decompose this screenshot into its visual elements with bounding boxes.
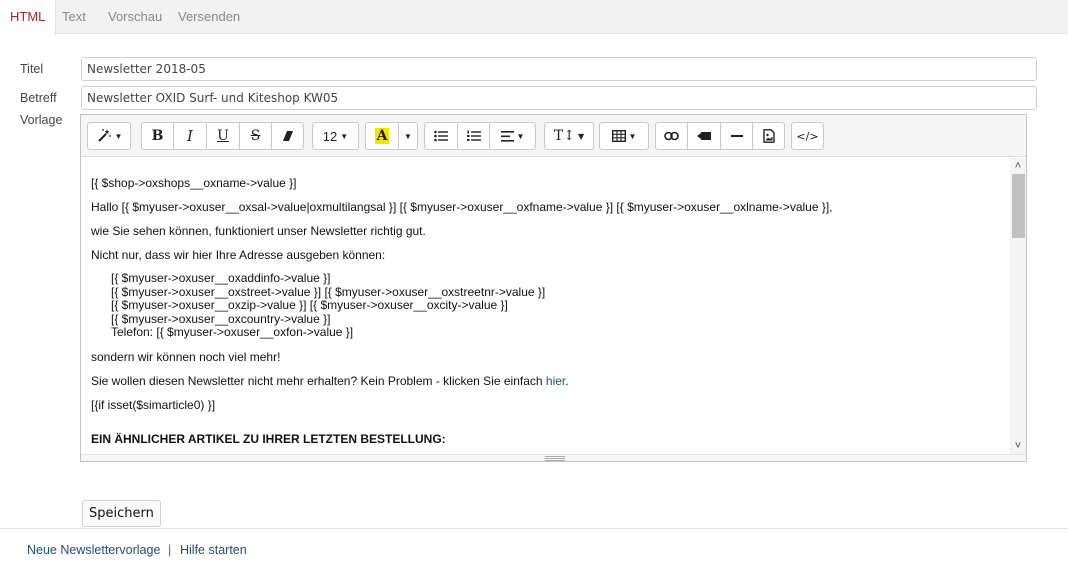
address-line: [{ $myuser->oxuser__oxcountry->value }] xyxy=(111,311,331,326)
chevron-down-icon: ▼ xyxy=(404,131,412,141)
editor-toolbar: ▼ B I U S 12 ▼ A ▼ ▼ T↕ ▼ ▼ </> xyxy=(81,115,1026,157)
tab-html[interactable]: HTML xyxy=(0,0,57,35)
rich-text-editor: ▼ B I U S 12 ▼ A ▼ ▼ T↕ ▼ ▼ </> [{$shop… xyxy=(80,114,1027,462)
insert-image-button[interactable] xyxy=(752,122,785,150)
link-icon xyxy=(664,131,679,141)
chevron-down-icon: ▼ xyxy=(340,131,349,141)
line-height-dropdown[interactable]: T↕ ▼ xyxy=(544,122,594,150)
unsubscribe-text: Sie wollen diesen Newsletter nicht mehr … xyxy=(91,373,546,388)
code-view-button[interactable]: </> xyxy=(791,122,824,150)
scroll-up-icon[interactable]: ˄ xyxy=(1010,159,1026,173)
numbered-list-button[interactable] xyxy=(457,122,490,150)
font-size-value: 12 xyxy=(322,128,338,144)
address-line: [{ $myuser->oxuser__oxzip->value }] [{ $… xyxy=(111,298,508,312)
underline-button[interactable]: U xyxy=(206,122,240,150)
address-line: [{ $myuser->oxuser__oxaddinfo->value }] xyxy=(111,271,331,285)
chevron-down-icon: ▼ xyxy=(577,131,585,141)
bullet-list-button[interactable] xyxy=(424,122,458,150)
numbered-list-icon xyxy=(466,130,481,141)
strikethrough-button[interactable]: S xyxy=(239,122,272,150)
eraser-icon xyxy=(282,131,293,141)
new-newsletter-template-link[interactable]: Neue Newslettervorlage xyxy=(27,543,160,557)
font-size-dropdown[interactable]: 12 ▼ xyxy=(312,122,359,150)
text-color-button[interactable]: A xyxy=(365,122,399,150)
unsubscribe-period: . xyxy=(565,373,569,388)
align-left-icon xyxy=(500,130,514,142)
scroll-down-icon[interactable]: ˅ xyxy=(1010,439,1026,453)
more-line: sondern wir können noch viel mehr! xyxy=(91,349,281,364)
address-block: [{ $myuser->oxuser__oxaddinfo->value }] … xyxy=(91,271,1010,340)
horizontal-rule-icon xyxy=(730,135,743,137)
editor-content[interactable]: [{ $shop->oxshops__oxname->value }] Hall… xyxy=(81,158,1010,454)
unsubscribe-link[interactable]: hier xyxy=(546,374,565,388)
paragraph-align-dropdown[interactable]: ▼ xyxy=(489,122,536,150)
save-button[interactable]: Speichern xyxy=(82,500,161,527)
bold-button[interactable]: B xyxy=(141,122,174,150)
image-icon xyxy=(762,129,775,143)
address-line: [{ $myuser->oxuser__oxstreet->value }] [… xyxy=(111,284,546,299)
chevron-down-icon: ▼ xyxy=(628,131,637,141)
template-label: Vorlage xyxy=(20,113,63,127)
address-intro-line: Nicht nur, dass wir hier Ihre Adresse au… xyxy=(91,248,386,262)
greeting-line: Hallo [{ $myuser->oxuser__oxsal->value|o… xyxy=(91,200,833,214)
highlight-color-icon: A xyxy=(374,128,390,144)
title-input[interactable]: Newsletter 2018-05 xyxy=(81,57,1037,81)
simarticle-condition-line: [{if isset($simarticle0) }] xyxy=(91,397,216,412)
insert-video-button[interactable] xyxy=(687,122,721,150)
help-link[interactable]: Hilfe starten xyxy=(180,543,247,557)
chevron-down-icon: ▼ xyxy=(114,131,123,141)
unsubscribe-line: Sie wollen diesen Newsletter nicht mehr … xyxy=(91,374,1010,388)
table-icon xyxy=(611,130,626,142)
text-height-icon: T↕ xyxy=(553,128,575,144)
shop-name-line: [{ $shop->oxshops__oxname->value }] xyxy=(91,176,297,190)
color-dropdown-button[interactable]: ▼ xyxy=(398,122,418,150)
video-icon xyxy=(697,132,711,140)
subject-input[interactable]: Newsletter OXID Surf- und Kiteshop KW05 xyxy=(81,86,1037,110)
horizontal-rule-button[interactable] xyxy=(720,122,753,150)
bullet-list-icon xyxy=(434,130,448,142)
scrollbar-thumb[interactable] xyxy=(1012,174,1025,238)
tab-text[interactable]: Text xyxy=(52,0,96,34)
title-label: Titel xyxy=(20,62,44,76)
address-line: Telefon: [{ $myuser->oxuser__oxfon->valu… xyxy=(111,325,354,339)
table-dropdown[interactable]: ▼ xyxy=(599,122,649,150)
chevron-down-icon: ▼ xyxy=(516,131,525,141)
clear-format-button[interactable] xyxy=(271,122,304,150)
magic-wand-icon xyxy=(97,129,111,142)
intro-line: wie Sie sehen können, funktioniert unser… xyxy=(91,224,426,238)
magic-style-button[interactable]: ▼ xyxy=(87,122,131,150)
similar-article-heading: EIN ÄHNLICHER ARTIKEL ZU IHRER LETZTEN B… xyxy=(91,431,446,446)
grip-icon xyxy=(545,456,565,461)
editor-resize-handle[interactable] xyxy=(81,454,1026,461)
footer-separator: | xyxy=(168,543,172,557)
tab-preview[interactable]: Vorschau xyxy=(98,0,172,34)
insert-link-button[interactable] xyxy=(655,122,688,150)
footer-bar: Neue Newslettervorlage | Hilfe starten xyxy=(0,528,1068,568)
tab-send[interactable]: Versenden xyxy=(168,0,250,34)
editor-scrollbar[interactable]: ˄ ˅ xyxy=(1010,158,1026,454)
italic-button[interactable]: I xyxy=(173,122,207,150)
tab-bar: HTML Text Vorschau Versenden xyxy=(0,0,1068,35)
subject-label: Betreff xyxy=(20,91,57,105)
